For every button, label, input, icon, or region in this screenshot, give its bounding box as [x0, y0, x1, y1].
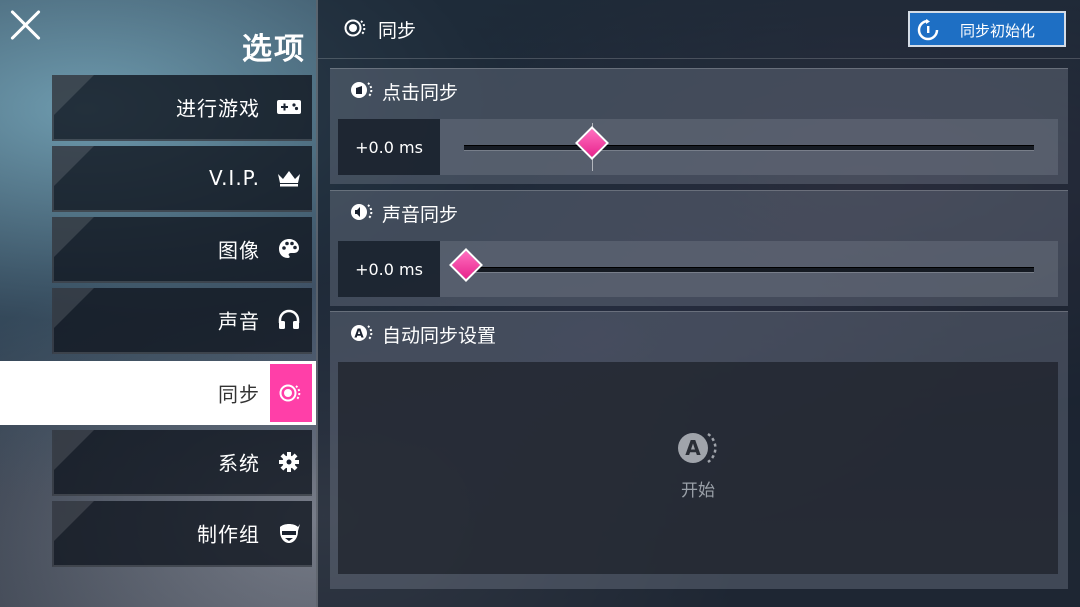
sidebar-item-label: 图像 — [218, 238, 260, 263]
staff-mask-icon — [276, 520, 302, 546]
auto-sync-start-label: 开始 — [681, 481, 715, 501]
sidebar-item-label: 制作组 — [197, 522, 260, 547]
sidebar-item-vip[interactable]: V.I.P. — [52, 146, 312, 212]
slider-thumb[interactable] — [449, 248, 483, 282]
section-title: 同步 — [378, 20, 417, 42]
svg-text:A: A — [354, 327, 364, 341]
sidebar-item-label: 系统 — [218, 451, 260, 476]
page-title: 选项 — [242, 32, 306, 67]
auto-sync-start-button[interactable]: A 开始 — [674, 430, 722, 502]
sidebar-item-label: 进行游戏 — [176, 96, 260, 121]
gamepad-icon — [276, 94, 302, 120]
tap-sync-title: 点击同步 — [382, 82, 459, 104]
tap-sync-slider[interactable]: +0.0 ms — [338, 119, 1058, 175]
reset-sync-button[interactable]: 同步初始化 — [908, 11, 1066, 47]
audio-sync-slider[interactable]: +0.0 ms — [338, 241, 1058, 297]
sync-settings-panel: 同步 同步初始化 点击同步 +0.0 ms 声音同步 +0.0 ms A 自动同… — [316, 0, 1080, 607]
sidebar-item-credits[interactable]: 制作组 — [52, 501, 312, 567]
auto-sync-title: 自动同步设置 — [382, 325, 497, 347]
slider-track[interactable] — [464, 145, 1034, 150]
sync-icon — [270, 364, 312, 422]
tap-icon — [350, 80, 374, 104]
close-icon[interactable] — [8, 8, 42, 42]
palette-icon — [276, 236, 302, 262]
auto-a-icon: A — [676, 432, 720, 470]
auto-sync-area: A 开始 — [338, 362, 1058, 574]
audio-sync-title: 声音同步 — [382, 204, 459, 226]
audio-sync-value: +0.0 ms — [338, 241, 440, 297]
panel-header: 同步 同步初始化 — [318, 0, 1080, 59]
svg-text:A: A — [685, 436, 701, 460]
tap-sync-value: +0.0 ms — [338, 119, 440, 175]
speaker-icon — [350, 202, 374, 226]
audio-sync-section: 声音同步 +0.0 ms — [330, 190, 1068, 306]
tap-sync-section: 点击同步 +0.0 ms — [330, 68, 1068, 184]
slider-thumb[interactable] — [575, 126, 609, 160]
sidebar-item-sync[interactable]: 同步 — [0, 361, 316, 425]
sidebar-item-graphics[interactable]: 图像 — [52, 217, 312, 283]
sync-icon — [344, 18, 370, 42]
auto-a-icon: A — [350, 323, 374, 347]
headphones-icon — [276, 307, 302, 333]
gear-icon — [276, 449, 302, 475]
sidebar-item-play[interactable]: 进行游戏 — [52, 75, 312, 141]
reset-sync-label: 同步初始化 — [960, 22, 1036, 40]
sidebar-item-label: 同步 — [218, 382, 260, 407]
sidebar-item-system[interactable]: 系统 — [52, 430, 312, 496]
sidebar-item-sound[interactable]: 声音 — [52, 288, 312, 354]
auto-sync-section: A 自动同步设置 A 开始 — [330, 311, 1068, 589]
crown-icon — [276, 165, 302, 191]
sidebar-item-label: 声音 — [218, 309, 260, 334]
sidebar-item-label: V.I.P. — [208, 166, 260, 190]
slider-track[interactable] — [464, 267, 1034, 272]
reset-icon — [916, 18, 940, 46]
